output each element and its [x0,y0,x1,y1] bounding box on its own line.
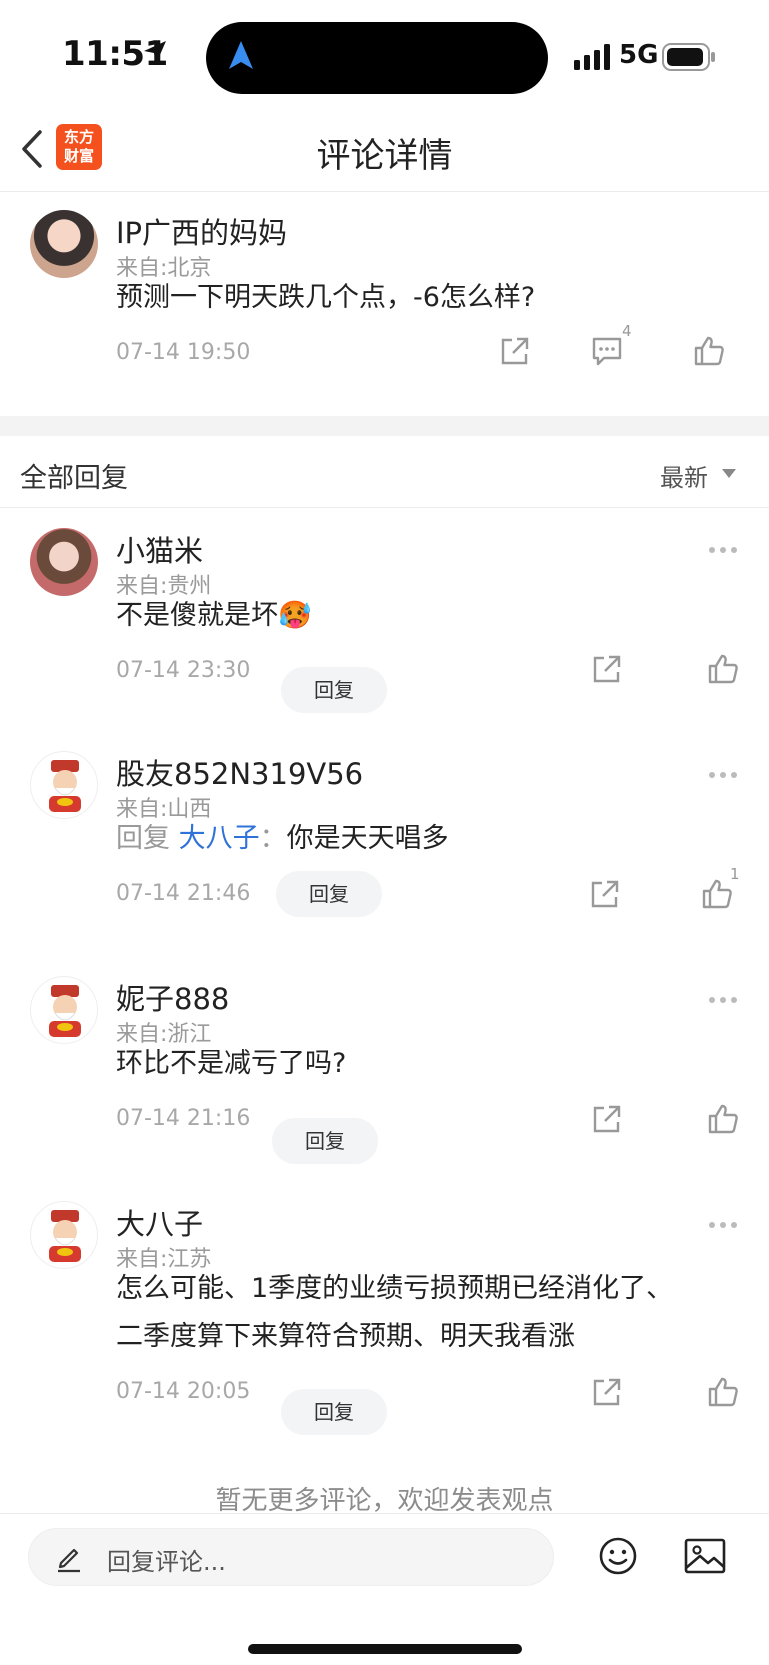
reply-button[interactable]: 回复 [281,667,387,713]
share-icon[interactable] [590,652,624,686]
reply-item: 妮子888 来自:浙江 环比不是减亏了吗? 07-14 21:16 回复 [0,958,769,1170]
status-bar: 11:51 5G [0,0,769,110]
reply-time: 07-14 21:46 [116,881,251,906]
page-title: 评论详情 [316,136,453,176]
more-dots-icon[interactable] [708,770,738,780]
comment-username[interactable]: IP广西的妈妈 [116,210,287,252]
caret-down-icon[interactable] [722,469,736,478]
reply-text: 不是傻就是坏🥵 [116,600,312,631]
location-arrow-icon [144,41,166,64]
more-dots-icon[interactable] [708,545,738,555]
like-count-badge: 1 [730,865,740,883]
reply-time: 07-14 23:30 [116,658,251,683]
share-icon[interactable] [588,877,622,911]
comment-count-badge: 4 [622,322,632,340]
reply-button[interactable]: 回复 [276,871,382,917]
more-dots-icon[interactable] [708,1220,738,1230]
reply-text: 回复 大八子：你是天天唱多 [116,823,449,854]
share-icon[interactable] [498,334,532,368]
cellular-signal-icon [574,44,610,70]
thumbs-up-icon[interactable] [706,1102,740,1136]
navigation-icon [229,41,253,69]
reply-button[interactable]: 回复 [281,1389,387,1435]
thumbs-up-icon[interactable] [692,334,726,368]
more-dots-icon[interactable] [708,995,738,1005]
reply-item: 股友852N319V56 来自:山西 回复 大八子：你是天天唱多 07-14 2… [0,733,769,945]
comment-text: 预测一下明天跌几个点，-6怎么样? [116,282,536,313]
reply-input[interactable]: 回复评论... [28,1528,554,1586]
emoji: 🥵 [278,600,312,631]
home-indicator [248,1644,522,1654]
dynamic-island [206,22,548,94]
reply-username[interactable]: 大八子 [116,1201,203,1243]
reply-separator: ： [259,823,287,854]
share-icon[interactable] [590,1102,624,1136]
thumbs-up-icon[interactable] [700,877,734,911]
fortune-god-avatar-icon [49,985,81,1037]
no-more-comments-text: 暂无更多评论，欢迎发表观点 [215,1486,554,1516]
share-icon[interactable] [590,1375,624,1409]
avatar[interactable] [30,1201,98,1269]
reply-time: 07-14 21:16 [116,1106,251,1131]
thumbs-up-icon[interactable] [706,1375,740,1409]
reply-username[interactable]: 小猫米 [116,528,203,570]
avatar[interactable] [30,751,98,819]
reply-item: 小猫米 来自:贵州 不是傻就是坏🥵 07-14 23:30 回复 [0,508,769,720]
nav-header: 东方 财富 评论详情 [0,110,769,192]
avatar[interactable] [30,528,98,596]
reply-input-placeholder: 回复评论... [107,1548,226,1576]
thumbs-up-icon[interactable] [706,652,740,686]
reply-button[interactable]: 回复 [272,1118,378,1164]
replies-title: 全部回复 [20,463,128,494]
reply-text-line-1: 怎么可能、1季度的业绩亏损预期已经消化了、 [116,1273,674,1304]
network-type: 5G [619,40,659,70]
reply-target-link[interactable]: 大八子 [179,823,260,854]
fortune-god-avatar-icon [49,1210,81,1262]
replies-header: 全部回复 最新 [0,436,769,508]
main-comment: IP广西的妈妈 来自:北京 预测一下明天跌几个点，-6怎么样? 07-14 19… [0,192,769,416]
image-icon[interactable] [684,1538,726,1574]
reply-item: 大八子 来自:江苏 怎么可能、1季度的业绩亏损预期已经消化了、 二季度算下来算符… [0,1183,769,1443]
pen-icon [58,1548,80,1573]
comment-icon[interactable] [590,334,624,368]
reply-time: 07-14 20:05 [116,1379,251,1404]
comment-time: 07-14 19:50 [116,340,251,365]
reply-text: 环比不是减亏了吗? [116,1048,347,1079]
reply-username[interactable]: 妮子888 [116,976,229,1018]
reply-username[interactable]: 股友852N319V56 [116,751,363,793]
reply-prefix: 回复 [116,823,170,854]
bottom-input-bar: 回复评论... [0,1513,769,1665]
section-divider [0,416,769,436]
battery-icon [662,43,715,71]
reply-text-line-2: 二季度算下来算符合预期、明天我看涨 [116,1321,575,1352]
sort-dropdown[interactable]: 最新 [660,458,708,493]
avatar[interactable] [30,976,98,1044]
emoji-icon[interactable] [598,1536,638,1576]
fortune-god-avatar-icon [49,760,81,812]
avatar[interactable] [30,210,98,278]
